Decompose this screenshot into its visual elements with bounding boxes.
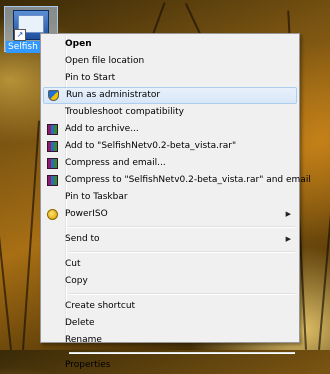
menu-item-troubleshoot-compatibility[interactable]: Troubleshoot compatibility (43, 104, 297, 121)
menu-item-label: Pin to Taskbar (65, 192, 128, 202)
poweriso-icon (47, 209, 58, 220)
menu-item-label: Compress and email... (65, 158, 166, 168)
menu-item-label: Delete (65, 318, 95, 328)
menu-item-delete[interactable]: Delete (43, 315, 297, 332)
menu-item-pin-to-start[interactable]: Pin to Start (43, 70, 297, 87)
shortcut-arrow-icon: ↗ (14, 29, 26, 41)
menu-item-label: Run as administrator (66, 90, 161, 100)
grass-stalk (0, 61, 12, 351)
menu-item-label: Add to archive... (65, 124, 139, 134)
winrar-icon (47, 175, 58, 186)
menu-item-compress-and-email[interactable]: Compress and email... (43, 155, 297, 172)
menu-item-label: Copy (65, 276, 88, 286)
context-menu: Open Open file location Pin to Start Run as… (40, 33, 311, 370)
menu-item-label: Troubleshoot compatibility (65, 107, 184, 117)
menu-item-cut[interactable]: Cut (43, 256, 297, 273)
winrar-icon (47, 124, 58, 135)
menu-item-create-shortcut[interactable]: Create shortcut (43, 298, 297, 315)
submenu-arrow-icon: ▶ (285, 235, 291, 243)
menu-item-run-as-administrator[interactable]: Run as administrator (43, 87, 297, 104)
menu-item-label: Open file location (65, 56, 145, 66)
menu-item-properties[interactable]: Properties (43, 357, 297, 374)
menu-item-label: Rename (65, 335, 102, 345)
submenu-arrow-icon: ▶ (285, 210, 291, 218)
menu-item-label: Create shortcut (65, 301, 136, 311)
menu-item-label: Add to "SelfishNetv0.2-beta_vista.rar" (65, 141, 237, 151)
menu-item-label: Properties (65, 360, 111, 370)
menu-item-poweriso[interactable]: PowerISO ▶ (43, 206, 297, 223)
menu-item-label: Compress to "SelfishNetv0.2-beta_vista.r… (65, 175, 311, 185)
uac-shield-icon (48, 90, 59, 101)
menu-item-label: Send to (65, 234, 100, 244)
menu-item-send-to[interactable]: Send to ▶ (43, 231, 297, 248)
menu-separator (69, 251, 295, 253)
menu-separator (69, 352, 295, 354)
menu-item-label: Open (65, 39, 92, 49)
grass-stalk (22, 120, 41, 351)
menu-item-label: Cut (65, 259, 81, 269)
menu-item-label: Pin to Start (65, 73, 116, 83)
menu-item-copy[interactable]: Copy (43, 273, 297, 290)
menu-item-open-file-location[interactable]: Open file location (43, 53, 297, 70)
menu-item-rename[interactable]: Rename (43, 332, 297, 349)
winrar-icon (47, 141, 58, 152)
menu-item-label: PowerISO (65, 209, 108, 219)
winrar-icon (47, 158, 58, 169)
menu-separator (69, 226, 295, 228)
menu-item-open[interactable]: Open (43, 36, 297, 53)
grass-stalk (184, 2, 202, 37)
menu-separator (69, 293, 295, 295)
menu-item-pin-to-taskbar[interactable]: Pin to Taskbar (43, 189, 297, 206)
menu-item-add-to-archive[interactable]: Add to archive... (43, 121, 297, 138)
menu-item-add-to-selfishnetv0-2-beta-vista-rar[interactable]: Add to "SelfishNetv0.2-beta_vista.rar" (43, 138, 297, 155)
menu-item-compress-to-selfishnetv0-2-beta-vista-rar-and-email[interactable]: Compress to "SelfishNetv0.2-beta_vista.r… (43, 172, 311, 189)
grass-stalk (318, 41, 330, 351)
